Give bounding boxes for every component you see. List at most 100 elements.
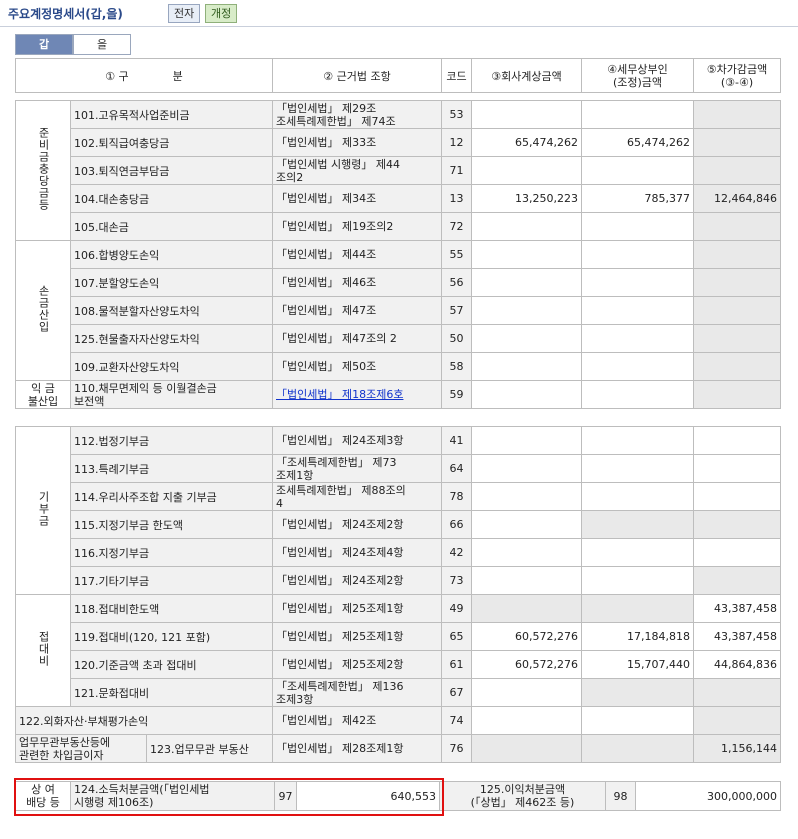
row-label: 107.분할양도손익 (70, 268, 273, 297)
row-code: 41 (441, 426, 472, 455)
net-amount (693, 324, 781, 353)
row-law: 「법인세법 시행령」 제44 조의2 (272, 156, 442, 185)
adjust-input[interactable] (581, 324, 694, 353)
row-label-124: 124.소득처분금액(「법인세법 시행령 제106조) (70, 781, 275, 811)
amount-input[interactable]: 65,474,262 (471, 128, 582, 157)
amount-input[interactable] (471, 678, 582, 707)
net-amount (693, 454, 781, 483)
row-code: 58 (441, 352, 472, 381)
amount-input[interactable] (471, 538, 582, 567)
row-code: 57 (441, 296, 472, 325)
adjust-input[interactable] (581, 538, 694, 567)
group-reserve: 준비금충당금등 (15, 100, 71, 241)
tab-gap[interactable]: 갑 (15, 34, 73, 55)
adjust-input[interactable] (581, 426, 694, 455)
law-link[interactable]: 「법인세법」 제18조제6호 (276, 388, 403, 401)
amount-input[interactable] (471, 454, 582, 483)
section-donation-table: 기부금 112.법정기부금 「법인세법」 제24조제3항 41 113.특례기부… (15, 426, 781, 763)
row-code-124: 97 (274, 781, 297, 811)
title-bar: 주요계정명세서(갑,을) 전자 개정 (0, 0, 798, 27)
adjust-input[interactable] (581, 296, 694, 325)
adjust-input (581, 734, 694, 763)
adjust-input[interactable]: 17,184,818 (581, 622, 694, 651)
row-law: 「법인세법」 제19조의2 (272, 212, 442, 241)
amount-input[interactable] (471, 510, 582, 539)
amount-input (471, 594, 582, 623)
row-code-125: 98 (605, 781, 636, 811)
amount-input[interactable]: 60,572,276 (471, 622, 582, 651)
row-label: 101.고유목적사업준비금 (70, 100, 273, 129)
amount-input[interactable] (471, 566, 582, 595)
adjust-input[interactable]: 65,474,262 (581, 128, 694, 157)
row-code: 55 (441, 240, 472, 269)
row-law: 「법인세법」 제24조제2항 (272, 566, 442, 595)
row-code: 42 (441, 538, 472, 567)
adjust-input[interactable]: 15,707,440 (581, 650, 694, 679)
adjust-input[interactable] (581, 268, 694, 297)
row-code: 73 (441, 566, 472, 595)
adjust-input[interactable] (581, 566, 694, 595)
adjust-input[interactable] (581, 482, 694, 511)
adjust-input[interactable] (581, 454, 694, 483)
net-amount[interactable]: 43,387,458 (693, 622, 781, 651)
net-amount (693, 156, 781, 185)
adjust-input[interactable] (581, 156, 694, 185)
net-amount (693, 240, 781, 269)
amount-input[interactable] (471, 324, 582, 353)
net-amount (693, 380, 781, 409)
row-law-link[interactable]: 「법인세법」 제18조제6호 (272, 380, 442, 409)
electronic-button[interactable]: 전자 (168, 4, 201, 23)
profit-disposal-input[interactable]: 300,000,000 (635, 781, 781, 811)
amount-input[interactable] (471, 100, 582, 129)
net-amount[interactable]: 43,387,458 (693, 594, 781, 623)
adjust-input[interactable] (581, 100, 694, 129)
adjust-input[interactable] (581, 212, 694, 241)
revised-button[interactable]: 개정 (205, 4, 238, 23)
row-law: 「법인세법」 제29조 조세특례제한법」 제74조 (272, 100, 442, 129)
tab-eul[interactable]: 을 (73, 34, 131, 55)
amount-input[interactable] (471, 268, 582, 297)
adjust-input[interactable]: 785,377 (581, 184, 694, 213)
adjust-input[interactable] (581, 240, 694, 269)
adjust-input[interactable] (581, 352, 694, 381)
row-law: 「법인세법」 제24조제3항 (272, 426, 442, 455)
adjust-input (581, 510, 694, 539)
section-bonus-table: 상 여 배당 등 124.소득처분금액(「법인세법 시행령 제106조) 97 … (15, 781, 781, 811)
row-label: 103.퇴직연금부담금 (70, 156, 273, 185)
amount-input[interactable] (471, 156, 582, 185)
amount-input[interactable] (471, 426, 582, 455)
amount-input[interactable] (471, 482, 582, 511)
amount-input[interactable] (471, 240, 582, 269)
amount-input[interactable]: 13,250,223 (471, 184, 582, 213)
net-amount (693, 538, 781, 567)
amount-input[interactable] (471, 212, 582, 241)
net-amount[interactable]: 44,864,836 (693, 650, 781, 679)
amount-input[interactable] (471, 380, 582, 409)
row-label: 113.특례기부금 (70, 454, 273, 483)
amount-input[interactable]: 60,572,276 (471, 650, 582, 679)
row-law: 「법인세법」 제33조 (272, 128, 442, 157)
row-code: 66 (441, 510, 472, 539)
amount-input[interactable] (471, 706, 582, 735)
row-law: 「법인세법」 제46조 (272, 268, 442, 297)
net-amount[interactable]: 1,156,144 (693, 734, 781, 763)
row-law: 「조세특례제한법」 제136 조제3항 (272, 678, 442, 707)
row-label-125: 125.이익처분금액 (「상법」 제462조 등) (439, 781, 606, 811)
row-code: 61 (441, 650, 472, 679)
net-amount (693, 510, 781, 539)
income-disposal-input[interactable]: 640,553 (296, 781, 440, 811)
row-law: 「법인세법」 제44조 (272, 240, 442, 269)
row-label: 119.접대비(120, 121 포함) (70, 622, 273, 651)
adjust-input[interactable] (581, 706, 694, 735)
row-code: 49 (441, 594, 472, 623)
row-label: 125.현물출자자산양도차익 (70, 324, 273, 353)
row-label: 109.교환자산양도차익 (70, 352, 273, 381)
group-entertainment: 접대비 (15, 594, 71, 707)
amount-input[interactable] (471, 296, 582, 325)
adjust-input[interactable] (581, 380, 694, 409)
amount-input[interactable] (471, 352, 582, 381)
row-code: 59 (441, 380, 472, 409)
net-amount (693, 678, 781, 707)
row-group-label: 업무무관부동산등에 관련한 차입금이자 (15, 734, 147, 763)
row-code: 78 (441, 482, 472, 511)
